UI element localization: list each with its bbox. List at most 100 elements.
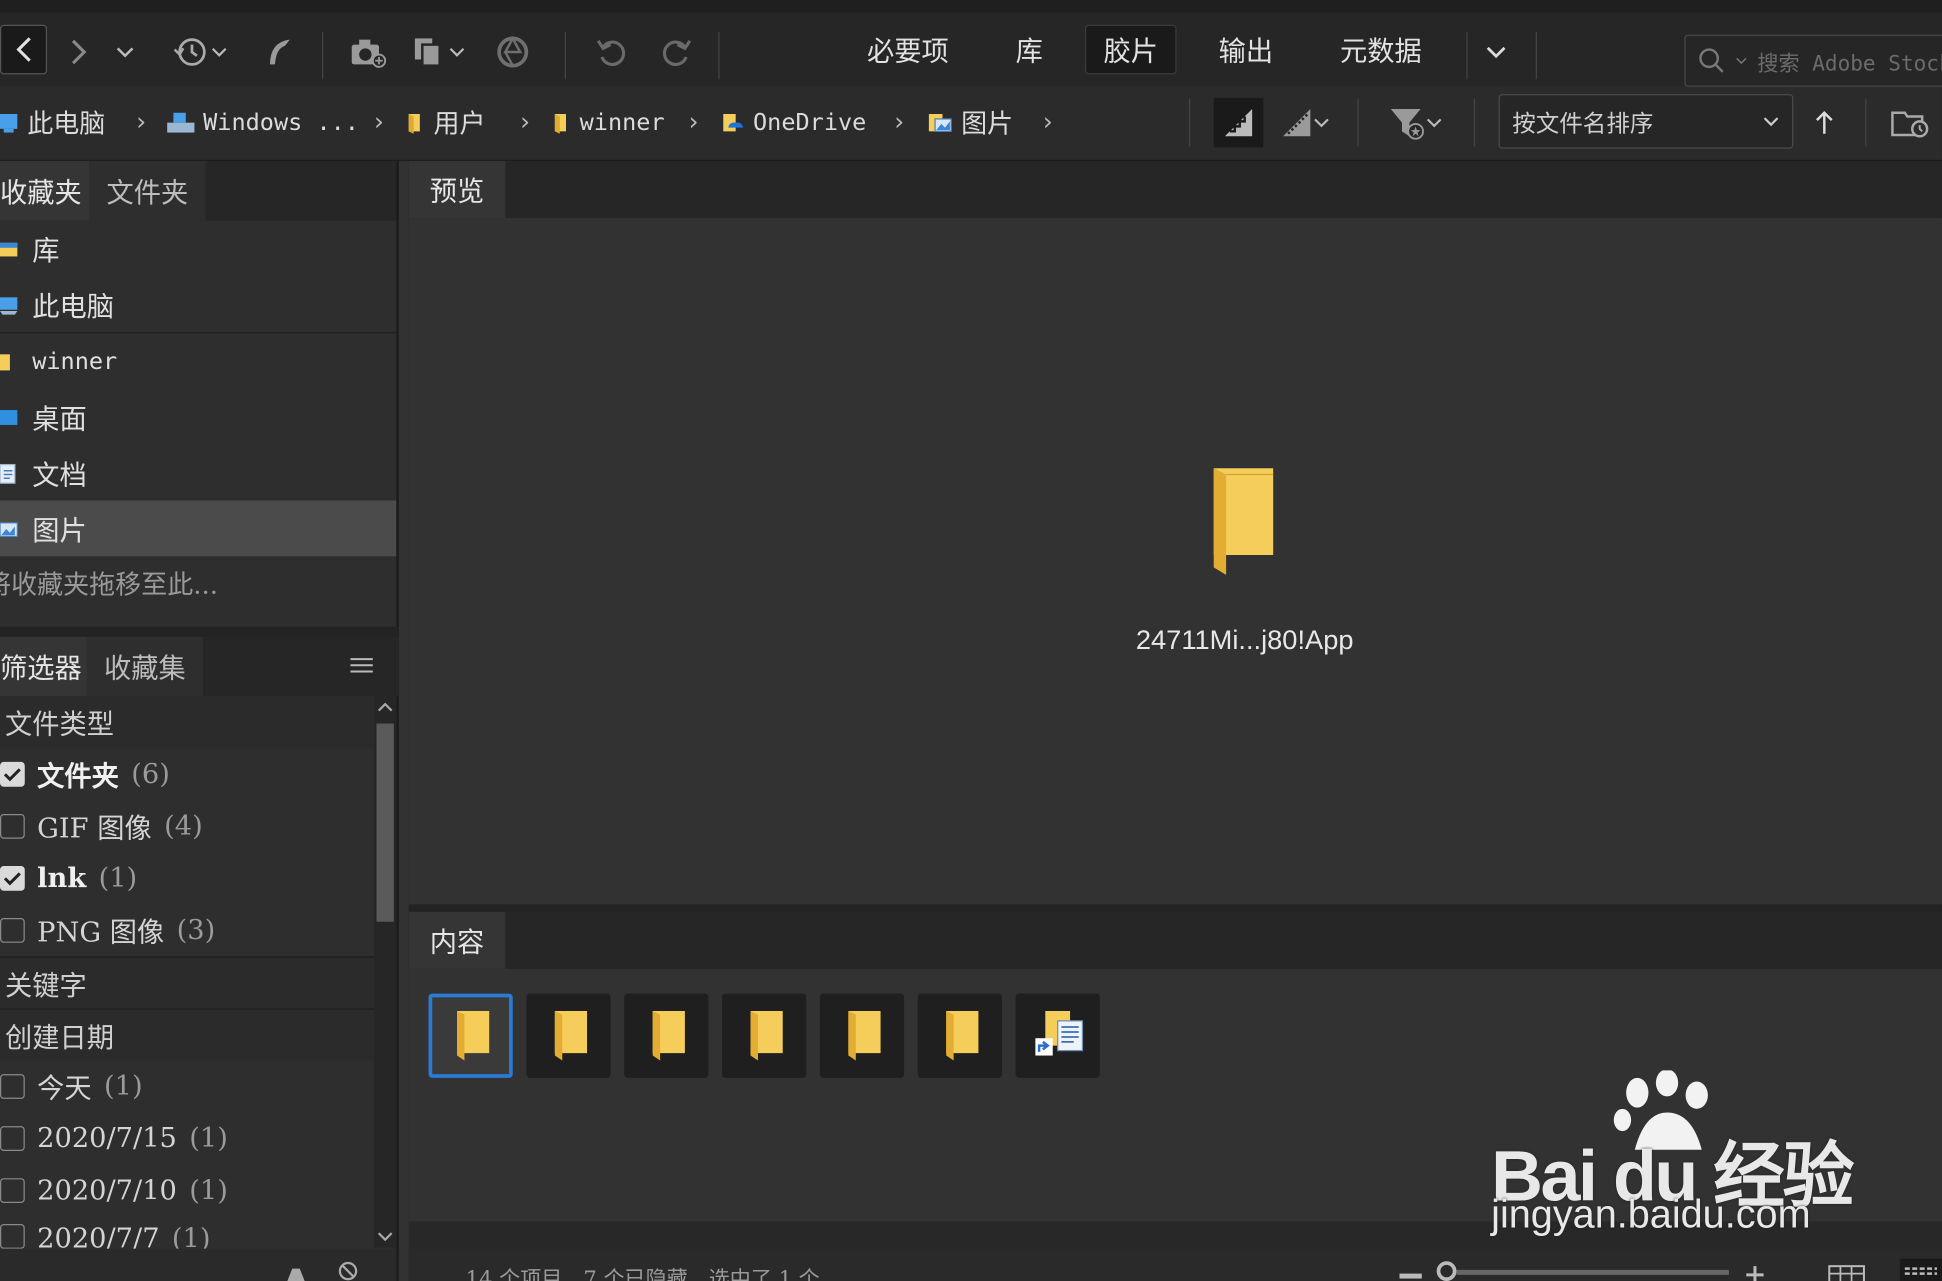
filter-item-png[interactable]: PNG 图像 (3) (0, 906, 372, 956)
breadcrumb-item[interactable]: 用户 (406, 104, 485, 141)
checkbox-checked[interactable] (0, 865, 25, 891)
zoom-in-button[interactable] (1744, 1264, 1766, 1281)
pin-icon[interactable] (280, 1261, 307, 1281)
list-view-button[interactable] (1899, 1258, 1942, 1281)
filter-item-gif[interactable]: GIF 图像 (4) (0, 802, 372, 852)
folder-icon (750, 1010, 783, 1061)
quality-button[interactable] (1213, 97, 1264, 148)
zoom-slider-track[interactable] (1456, 1269, 1729, 1275)
folder-icon (848, 1010, 881, 1061)
checkbox[interactable] (0, 1074, 25, 1099)
favorite-item-pictures[interactable]: 图片 (0, 500, 397, 557)
open-recent-button[interactable] (1890, 98, 1942, 148)
filter-scrollbar[interactable] (374, 696, 397, 1248)
checkbox[interactable] (0, 1126, 25, 1151)
workspace-tab-metadata[interactable]: 元数据 (1323, 25, 1439, 75)
tab-folders[interactable]: 文件夹 (89, 161, 206, 221)
thumbnail-item[interactable] (819, 993, 905, 1078)
rotate-right-icon (663, 40, 692, 66)
tab-filter[interactable]: 筛选器 (0, 636, 101, 697)
thumbnail-item[interactable] (1015, 993, 1100, 1078)
workspace-tab-library[interactable]: 库 (998, 25, 1060, 75)
thumbnail-item[interactable] (722, 993, 807, 1078)
panel-splitter[interactable] (0, 626, 399, 637)
tab-preview[interactable]: 预览 (408, 161, 506, 219)
recent-dropdown-button[interactable] (111, 30, 138, 75)
tab-collections[interactable]: 收藏集 (86, 636, 204, 697)
breadcrumb-separator-icon: › (688, 106, 699, 137)
search-icon (1699, 48, 1724, 73)
breadcrumb-item[interactable]: OneDrive (721, 104, 866, 141)
breadcrumb-separator-icon: › (374, 106, 384, 137)
forward-button[interactable] (64, 30, 94, 75)
rotate-left-button[interactable] (592, 30, 634, 75)
workspace-tab-output[interactable]: 输出 (1201, 25, 1290, 75)
checkbox[interactable] (0, 918, 25, 943)
checkbox[interactable] (0, 1178, 25, 1203)
filter-label: 文件夹 (37, 760, 119, 793)
workspace-menu-button[interactable] (1476, 30, 1516, 75)
zoom-out-button[interactable] (1399, 1273, 1422, 1279)
filter-item-lnk[interactable]: lnk (1) (0, 854, 372, 904)
clear-filter-icon[interactable] (334, 1261, 361, 1281)
panel-splitter[interactable] (408, 904, 1942, 912)
sort-dropdown[interactable]: 按文件名排序 (1498, 94, 1794, 149)
grid-view-button[interactable] (1828, 1264, 1865, 1281)
favorite-item-library[interactable]: 库 (0, 221, 396, 277)
zoom-slider-thumb[interactable] (1436, 1261, 1457, 1281)
get-photos-button[interactable] (347, 30, 389, 75)
workspace-tab-filmstrip[interactable]: 胶片 (1084, 24, 1177, 75)
top-toolbar: 必要项 库 胶片 输出 元数据 搜索 Adobe Stock (0, 0, 1942, 87)
boomerang-button[interactable] (260, 30, 297, 75)
thumbnail-quality-dropdown[interactable] (1273, 98, 1337, 148)
filter-group-file-type[interactable]: 文件类型 (0, 696, 375, 749)
favorite-item-desktop[interactable]: 桌面 (0, 389, 396, 445)
filter-item-date[interactable]: 2020/7/15 (1) (0, 1114, 372, 1164)
quality-staircase-icon (1224, 109, 1253, 137)
history-clock-icon (173, 38, 206, 66)
favorite-item-winner[interactable]: winner (0, 333, 396, 389)
checkbox-checked[interactable] (0, 761, 25, 787)
thumbnail-item[interactable] (917, 993, 1002, 1078)
breadcrumb-item[interactable]: Windows ... (166, 104, 359, 141)
filter-item-date[interactable]: 2020/7/10 (1) (0, 1166, 372, 1216)
filter-item-date[interactable]: 今天 (1) (0, 1062, 372, 1112)
filter-item-date[interactable]: 2020/7/7 (1) (0, 1214, 372, 1249)
history-button[interactable] (168, 30, 232, 75)
toolbar-divider (1535, 32, 1537, 80)
favorite-label: 文档 (32, 460, 87, 492)
plus-icon (1746, 1266, 1764, 1281)
checkbox[interactable] (0, 1224, 25, 1249)
tab-content[interactable]: 内容 (408, 911, 506, 969)
thumbnail-item[interactable] (624, 993, 709, 1078)
favorite-item-documents[interactable]: 文档 (0, 445, 396, 501)
preview-image[interactable] (1201, 466, 1275, 578)
filter-group-created-date[interactable]: 创建日期 (0, 1008, 375, 1061)
back-button[interactable] (0, 24, 48, 75)
left-panel-footer (0, 1248, 397, 1281)
panel-menu-button[interactable] (349, 654, 374, 679)
watermark-url: jingyan.baidu.com (1491, 1191, 1811, 1237)
sort-direction-button[interactable] (1806, 98, 1843, 148)
rotate-right-button[interactable] (654, 30, 696, 75)
toolbar-divider (564, 32, 566, 80)
refine-button[interactable] (493, 30, 533, 75)
filter-item-folder[interactable]: 文件夹 (6) (0, 750, 372, 800)
tab-favorites[interactable]: 收藏夹 (0, 161, 101, 221)
copy-to-button[interactable] (406, 30, 470, 75)
workspace-tab-essentials[interactable]: 必要项 (850, 25, 966, 75)
checkbox[interactable] (0, 813, 25, 839)
panel-splitter[interactable] (396, 161, 399, 1281)
thumbnail-item[interactable] (428, 993, 513, 1078)
breadcrumb-item[interactable]: 此电脑 (0, 104, 105, 141)
breadcrumb-item[interactable]: 图片 (926, 104, 1013, 141)
scrollbar-thumb[interactable] (376, 723, 394, 922)
search-field[interactable]: 搜索 Adobe Stock (1684, 34, 1942, 87)
thumbnail-item[interactable] (526, 993, 611, 1078)
filter-items-button[interactable] (1380, 98, 1452, 148)
computer-icon (0, 113, 18, 133)
breadcrumb-item[interactable]: winner (552, 104, 665, 141)
filter-group-keyword[interactable]: 关键字 (0, 956, 375, 1009)
favorite-item-this-pc[interactable]: 此电脑 (0, 276, 396, 332)
onedrive-folder-icon (723, 113, 744, 132)
